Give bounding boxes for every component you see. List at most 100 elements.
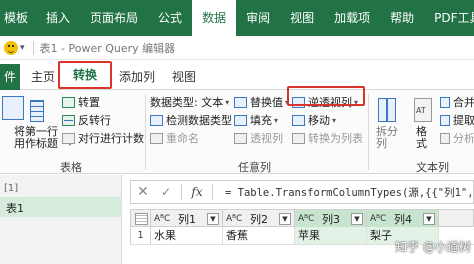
excel-ribbon-tabs: 模板插入页面布局公式数据审阅视图加载项帮助PDF工具百度网 <box>0 0 474 36</box>
excel-tab[interactable]: 公式 <box>148 0 192 36</box>
replace-values-button[interactable]: 替换值 ▾ <box>234 94 289 110</box>
text-type-icon[interactable]: AᴮC <box>226 214 250 224</box>
formula-bar: ✕ ✓ fx = Table.TransformColumnTypes(源,{{… <box>130 180 474 204</box>
rename-icon <box>150 132 163 144</box>
format-button[interactable]: 格 式 <box>416 126 427 150</box>
excel-tab[interactable]: 插入 <box>36 0 80 36</box>
data-type-dropdown-icon: ▾ <box>225 97 230 107</box>
tab-transform[interactable]: 转换 <box>58 61 112 89</box>
split-column-icon[interactable] <box>378 98 396 122</box>
row-number: 1 <box>131 227 151 244</box>
detect-type-button[interactable]: 检测数据类型 <box>150 112 232 128</box>
move-button[interactable]: 移动 ▾ <box>292 112 336 128</box>
first-row-headers-icon[interactable] <box>30 100 44 122</box>
pq-title-bar: ▾ 表1 - Power Query 编辑器 <box>0 36 474 60</box>
text-type-icon[interactable]: AᴮC <box>298 214 322 224</box>
table-cell[interactable]: 苹果 <box>295 227 367 244</box>
detect-type-label: 检测数据类型 <box>166 114 232 127</box>
parse-button[interactable]: 分析 <box>440 130 474 146</box>
format-abc-badge: AT <box>416 106 426 115</box>
excel-tab[interactable]: 帮助 <box>380 0 424 36</box>
column-header[interactable]: AᴮC 列3 ▼ <box>295 210 367 227</box>
excel-tab[interactable]: 审阅 <box>236 0 280 36</box>
excel-tab[interactable]: 模板 <box>0 0 36 36</box>
transpose-label: 转置 <box>78 96 100 109</box>
smiley-feedback-icon[interactable] <box>4 40 18 55</box>
pivot-column-button[interactable]: 透视列 <box>234 130 283 146</box>
tab-add-column[interactable]: 添加列 <box>119 68 155 85</box>
tab-file[interactable]: 件 <box>0 64 20 90</box>
query-item-label: 表1 <box>6 202 24 215</box>
text-type-icon[interactable]: AᴮC <box>370 214 394 224</box>
column-header[interactable]: AᴮC 列4 ▼ <box>367 210 439 227</box>
transpose-icon <box>62 96 75 108</box>
convert-to-list-label: 转换为列表 <box>308 132 363 145</box>
reverse-rows-icon <box>62 114 75 126</box>
reverse-rows-button[interactable]: 反转行 <box>62 112 111 128</box>
filter-dropdown-icon[interactable]: ▼ <box>207 212 219 225</box>
unpivot-highlight-box <box>287 86 365 106</box>
table-cell[interactable]: 香蕉 <box>223 227 295 244</box>
column-name: 列4 <box>394 212 412 226</box>
confirm-formula-icon[interactable]: ✓ <box>155 185 177 199</box>
count-rows-label: 对行进行计数 <box>78 132 144 145</box>
transpose-button[interactable]: 转置 <box>62 94 100 110</box>
text-type-icon[interactable]: AᴮC <box>154 214 178 224</box>
group-label-any-column: 任意列 <box>238 161 271 174</box>
filter-dropdown-icon[interactable]: ▼ <box>423 212 435 225</box>
fx-icon: fx <box>191 185 203 199</box>
fill-dropdown-icon: ▾ <box>274 115 279 125</box>
fill-icon <box>234 114 247 126</box>
merge-columns-icon <box>440 96 450 108</box>
formula-separator <box>181 184 182 200</box>
merge-columns-button[interactable]: 合并 <box>440 94 474 110</box>
tab-view[interactable]: 视图 <box>172 68 196 85</box>
extract-icon <box>440 114 450 126</box>
move-dropdown-icon: ▾ <box>332 115 337 125</box>
cancel-formula-icon[interactable]: ✕ <box>131 184 155 200</box>
pivot-column-label: 透视列 <box>250 132 283 145</box>
quick-access-dropdown-icon[interactable]: ▾ <box>20 43 25 53</box>
rename-button[interactable]: 重命名 <box>150 130 199 146</box>
table-menu-icon[interactable] <box>131 210 151 227</box>
transform-ribbon: 将第一行 用作标题 ▾ 转置 反转行 对行进行计数 表格 数据类型: 文本 ▾ … <box>0 90 474 174</box>
formula-input[interactable]: = Table.TransformColumnTypes(源,{{"列1", t… <box>217 185 473 200</box>
parse-icon <box>440 132 450 144</box>
count-rows-button[interactable]: 对行进行计数 <box>62 130 144 146</box>
group-separator <box>145 94 146 170</box>
excel-tab[interactable]: 视图 <box>280 0 324 36</box>
merge-label: 合并 <box>453 96 474 109</box>
data-type-label: 数据类型: 文本 <box>150 96 224 109</box>
excel-tab[interactable]: 加载项 <box>324 0 380 36</box>
tab-home[interactable]: 主页 <box>31 68 55 85</box>
group-separator <box>368 94 369 170</box>
parse-label: 分析 <box>453 132 474 145</box>
title-separator <box>32 40 34 55</box>
data-type-dropdown[interactable]: 数据类型: 文本 ▾ <box>150 94 229 110</box>
split-column-button[interactable]: 拆分 列 <box>376 126 398 150</box>
excel-tab[interactable]: 数据 <box>192 0 237 36</box>
fill-label: 填充 <box>250 114 272 127</box>
column-name: 列2 <box>250 212 268 226</box>
group-label-text-column: 文本列 <box>416 161 449 174</box>
replace-values-icon <box>234 96 247 108</box>
group-by-icon[interactable] <box>2 96 24 120</box>
column-header[interactable]: AᴮC 列2 ▼ <box>223 210 295 227</box>
first-row-headers-button[interactable]: 将第一行 用作标题 <box>14 126 58 150</box>
filter-dropdown-icon[interactable]: ▼ <box>351 212 363 225</box>
extract-label: 提取 <box>453 114 474 127</box>
excel-tab[interactable]: PDF工具 <box>424 0 474 36</box>
query-count: [1] <box>4 183 19 194</box>
fill-button[interactable]: 填充 ▾ <box>234 112 278 128</box>
filter-dropdown-icon[interactable]: ▼ <box>279 212 291 225</box>
watermark: 知乎 @小道树 <box>395 240 471 254</box>
convert-to-list-button[interactable]: 转换为列表 <box>292 130 363 146</box>
formula-separator <box>212 184 213 200</box>
detect-type-icon <box>150 114 163 126</box>
grid-header: AᴮC 列1 ▼ AᴮC 列2 ▼ AᴮC 列3 ▼ AᴮC 列4 ▼ <box>130 209 474 227</box>
column-name: 列1 <box>178 212 196 226</box>
column-header[interactable]: AᴮC 列1 ▼ <box>151 210 223 227</box>
excel-tab[interactable]: 页面布局 <box>80 0 148 36</box>
table-cell[interactable]: 水果 <box>151 227 223 244</box>
extract-button[interactable]: 提取 <box>440 112 474 128</box>
